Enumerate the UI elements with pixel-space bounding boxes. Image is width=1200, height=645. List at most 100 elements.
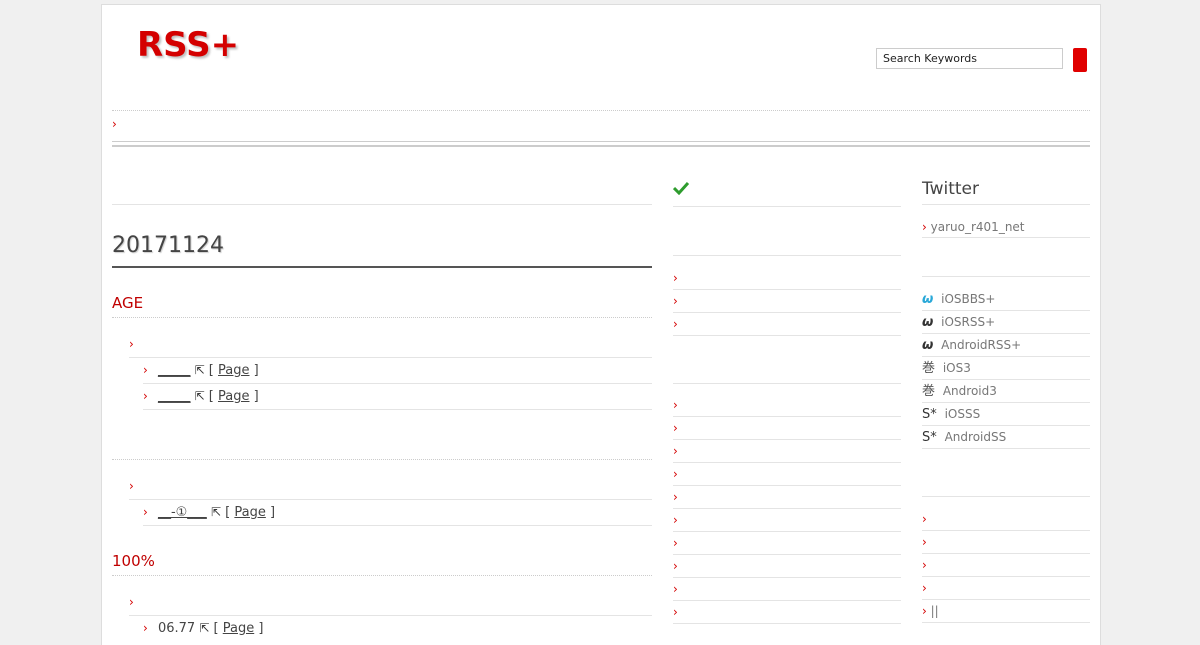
app-list: ω iOSBBS+ ω iOSRSS+ ω AndroidRSS+ 巻 iOS3… bbox=[922, 288, 1090, 449]
scroll-icon: 巻 bbox=[922, 361, 936, 376]
omega-icon: ω bbox=[922, 315, 934, 330]
twitter-account[interactable]: yaruo_r401_net bbox=[931, 220, 1025, 234]
article-link[interactable]: __-①___ bbox=[158, 505, 207, 520]
article-link[interactable]: _____ bbox=[158, 389, 191, 404]
item-chevron-icon: › bbox=[143, 389, 148, 403]
item-divider bbox=[143, 409, 652, 410]
list-item[interactable]: › bbox=[673, 394, 901, 417]
list-item[interactable]: › bbox=[673, 267, 901, 290]
mid-divider bbox=[673, 383, 901, 384]
thread-chevron-icon: › bbox=[129, 337, 134, 351]
date-title: 20171124 bbox=[112, 233, 224, 258]
main-top-divider bbox=[112, 204, 652, 205]
right-divider bbox=[922, 276, 1090, 277]
app-item[interactable]: 巻 iOS3 bbox=[922, 357, 1090, 380]
external-link-icon[interactable]: ⇱ bbox=[195, 363, 205, 377]
external-link-icon[interactable]: ⇱ bbox=[211, 505, 221, 519]
list-item[interactable]: › bbox=[922, 554, 1090, 577]
list-item[interactable]: › bbox=[673, 509, 901, 532]
item-chevron-icon: › bbox=[143, 505, 148, 519]
twitter-heading: Twitter bbox=[922, 179, 979, 199]
app-item[interactable]: S* iOSSS bbox=[922, 403, 1090, 426]
list-item[interactable]: › bbox=[922, 531, 1090, 554]
thread-chevron-icon: › bbox=[129, 479, 134, 493]
site-logo[interactable]: RSS+ bbox=[137, 25, 239, 65]
mid-divider bbox=[673, 206, 901, 207]
omega-icon: ω bbox=[922, 292, 934, 307]
bracket-open: [ bbox=[208, 389, 214, 404]
right-divider bbox=[922, 237, 1090, 238]
twitter-link[interactable]: › yaruo_r401_net bbox=[922, 220, 1025, 234]
check-icon bbox=[672, 180, 690, 199]
list-item[interactable]: › bbox=[673, 440, 901, 463]
item-chevron-icon: › bbox=[143, 363, 148, 377]
right-list: › › › › › || bbox=[922, 508, 1090, 623]
date-title-underline bbox=[112, 266, 652, 268]
bracket-close: ] bbox=[253, 363, 259, 378]
list-item[interactable]: › bbox=[673, 313, 901, 336]
list-item[interactable]: › bbox=[673, 532, 901, 555]
bracket-close: ] bbox=[253, 389, 259, 404]
app-item[interactable]: ω iOSBBS+ bbox=[922, 288, 1090, 311]
article-link[interactable]: _____ bbox=[158, 363, 191, 378]
thread-divider bbox=[129, 357, 652, 358]
section-title[interactable]: 100% bbox=[112, 552, 155, 570]
list-item[interactable]: › bbox=[673, 486, 901, 509]
omega-icon: ω bbox=[922, 338, 934, 353]
list-item[interactable]: › || bbox=[922, 600, 1090, 623]
section-divider bbox=[112, 575, 652, 576]
page-link[interactable]: Page bbox=[234, 505, 265, 520]
right-divider bbox=[922, 204, 1090, 205]
app-item[interactable]: S* AndroidSS bbox=[922, 426, 1090, 449]
app-item[interactable]: 巻 Android3 bbox=[922, 380, 1090, 403]
bracket-close: ] bbox=[270, 505, 276, 520]
list-item[interactable]: › bbox=[673, 290, 901, 313]
item-divider bbox=[143, 525, 652, 526]
item-chevron-icon: › bbox=[922, 604, 927, 618]
nav-bar: › bbox=[112, 110, 1090, 141]
ss-icon: S* bbox=[922, 407, 937, 422]
page-link[interactable]: Page bbox=[218, 389, 249, 404]
thread-divider bbox=[129, 499, 652, 500]
thread-divider bbox=[129, 615, 652, 616]
ss-icon: S* bbox=[922, 430, 937, 445]
app-item[interactable]: ω iOSRSS+ bbox=[922, 311, 1090, 334]
list-item[interactable]: › bbox=[673, 463, 901, 486]
bracket-open: [ bbox=[213, 621, 219, 636]
right-divider bbox=[922, 496, 1090, 497]
scroll-icon: 巻 bbox=[922, 384, 936, 399]
section-divider bbox=[112, 317, 652, 318]
list-item: › __-①___ ⇱ [ Page ] bbox=[143, 505, 275, 520]
page-link[interactable]: Page bbox=[218, 363, 249, 378]
list-item: › _____ ⇱ [ Page ] bbox=[143, 363, 259, 378]
nav-divider bbox=[112, 141, 1090, 147]
list-item[interactable]: › bbox=[673, 578, 901, 601]
item-divider bbox=[143, 383, 652, 384]
external-link-icon[interactable]: ⇱ bbox=[199, 621, 209, 635]
list-item[interactable]: › bbox=[922, 508, 1090, 531]
mid-divider bbox=[673, 255, 901, 256]
search-input[interactable] bbox=[876, 48, 1063, 69]
list-item[interactable]: › bbox=[673, 555, 901, 578]
list-item[interactable]: › bbox=[673, 601, 901, 624]
twitter-chevron-icon: › bbox=[922, 220, 927, 234]
mid-list: › › › › › › › › › › bbox=[673, 394, 901, 624]
section-title[interactable]: AGE bbox=[112, 294, 143, 312]
nav-chevron-icon[interactable]: › bbox=[112, 117, 117, 131]
list-item: › 06.77 ⇱ [ Page ] bbox=[143, 621, 263, 636]
item-chevron-icon: › bbox=[143, 621, 148, 635]
mid-list: › › › bbox=[673, 267, 901, 336]
thread-chevron-icon: › bbox=[129, 595, 134, 609]
page-container: RSS+ › 20171124 AGE › › _____ ⇱ [ Page ]… bbox=[101, 4, 1101, 645]
list-item: › _____ ⇱ [ Page ] bbox=[143, 389, 259, 404]
page-link[interactable]: Page bbox=[223, 621, 254, 636]
list-item[interactable]: › bbox=[673, 417, 901, 440]
app-item[interactable]: ω AndroidRSS+ bbox=[922, 334, 1090, 357]
bracket-open: [ bbox=[225, 505, 231, 520]
search-button[interactable] bbox=[1073, 48, 1087, 72]
article-link[interactable]: 06.77 bbox=[158, 621, 195, 636]
external-link-icon[interactable]: ⇱ bbox=[195, 389, 205, 403]
bracket-open: [ bbox=[208, 363, 214, 378]
list-item[interactable]: › bbox=[922, 577, 1090, 600]
bracket-close: ] bbox=[258, 621, 264, 636]
